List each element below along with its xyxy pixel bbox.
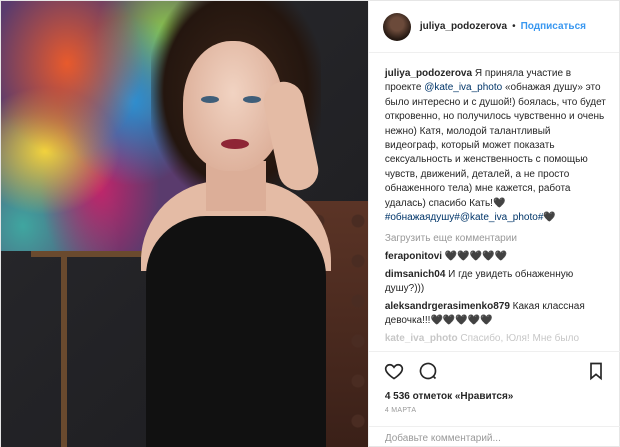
comment-username[interactable]: dimsanich04 — [385, 269, 446, 280]
comments-list[interactable]: juliya_podozerova Я приняла участие в пр… — [369, 61, 620, 351]
add-comment-input[interactable] — [384, 433, 605, 444]
easel-leg — [61, 251, 67, 447]
comment-text: Спасибо, Юля! Мне было — [457, 332, 580, 344]
post-caption: juliya_podozerova Я приняла участие в пр… — [385, 67, 607, 225]
comment-text: 🖤🖤🖤🖤🖤 — [442, 251, 508, 263]
caption-emoji-b: 🖤 — [543, 212, 556, 224]
caption-hashtag[interactable]: #обнажаядушу — [385, 212, 454, 223]
caption-username[interactable]: juliya_podozerova — [385, 68, 472, 79]
caption-text-2: «обнажая душу» это было интересно и с ду… — [384, 82, 606, 209]
bookmark-icon[interactable] — [585, 360, 607, 382]
likes-number: 4 536 — [384, 391, 410, 402]
comment-item: dimsanich04 И где увидеть обнаженную душ… — [385, 268, 607, 297]
caption-emoji-a: 🖤 — [492, 197, 506, 209]
post-photo[interactable] — [1, 1, 368, 447]
lips — [221, 139, 249, 149]
header-username[interactable]: juliya_podozerova — [420, 21, 507, 32]
comment-item: aleksandrgerasimenko879 Какая классная д… — [385, 300, 607, 329]
comment-username[interactable]: feraponitovi — [385, 251, 442, 262]
post-date: 4 МАРТА — [384, 407, 417, 414]
instagram-post: juliya_podozerova • Подписаться juliya_p… — [0, 0, 620, 447]
likes-count[interactable]: 4 536 отметок «Нравится» — [385, 391, 514, 402]
black-dress — [146, 216, 326, 447]
separator-dot: • — [512, 21, 516, 32]
post-side-panel: juliya_podozerova • Подписаться juliya_p… — [367, 1, 620, 447]
caption-mention[interactable]: @kate_iva_photo — [424, 82, 502, 93]
load-more-comments[interactable]: Загрузить еще комментарии — [385, 233, 607, 244]
likes-label: отметок «Нравится» — [409, 391, 514, 402]
comment-username[interactable]: kate_iva_photo — [385, 333, 458, 344]
left-eye — [201, 96, 219, 103]
comment-icon[interactable] — [417, 360, 439, 382]
avatar[interactable] — [382, 12, 411, 41]
heart-icon[interactable] — [383, 360, 405, 382]
action-bar — [368, 351, 620, 389]
comment-username[interactable]: aleksandrgerasimenko879 — [385, 301, 510, 312]
follow-button[interactable]: Подписаться — [521, 21, 586, 32]
comment-item: kate_iva_photo Спасибо, Юля! Мне было — [385, 332, 607, 346]
add-comment-bar — [368, 426, 620, 447]
right-eye — [243, 96, 261, 103]
post-header: juliya_podozerova • Подписаться — [368, 1, 619, 53]
comment-item: feraponitovi 🖤🖤🖤🖤🖤 — [385, 250, 607, 264]
easel-bar — [31, 251, 151, 257]
caption-mention-2[interactable]: #@kate_iva_photo# — [454, 212, 543, 223]
